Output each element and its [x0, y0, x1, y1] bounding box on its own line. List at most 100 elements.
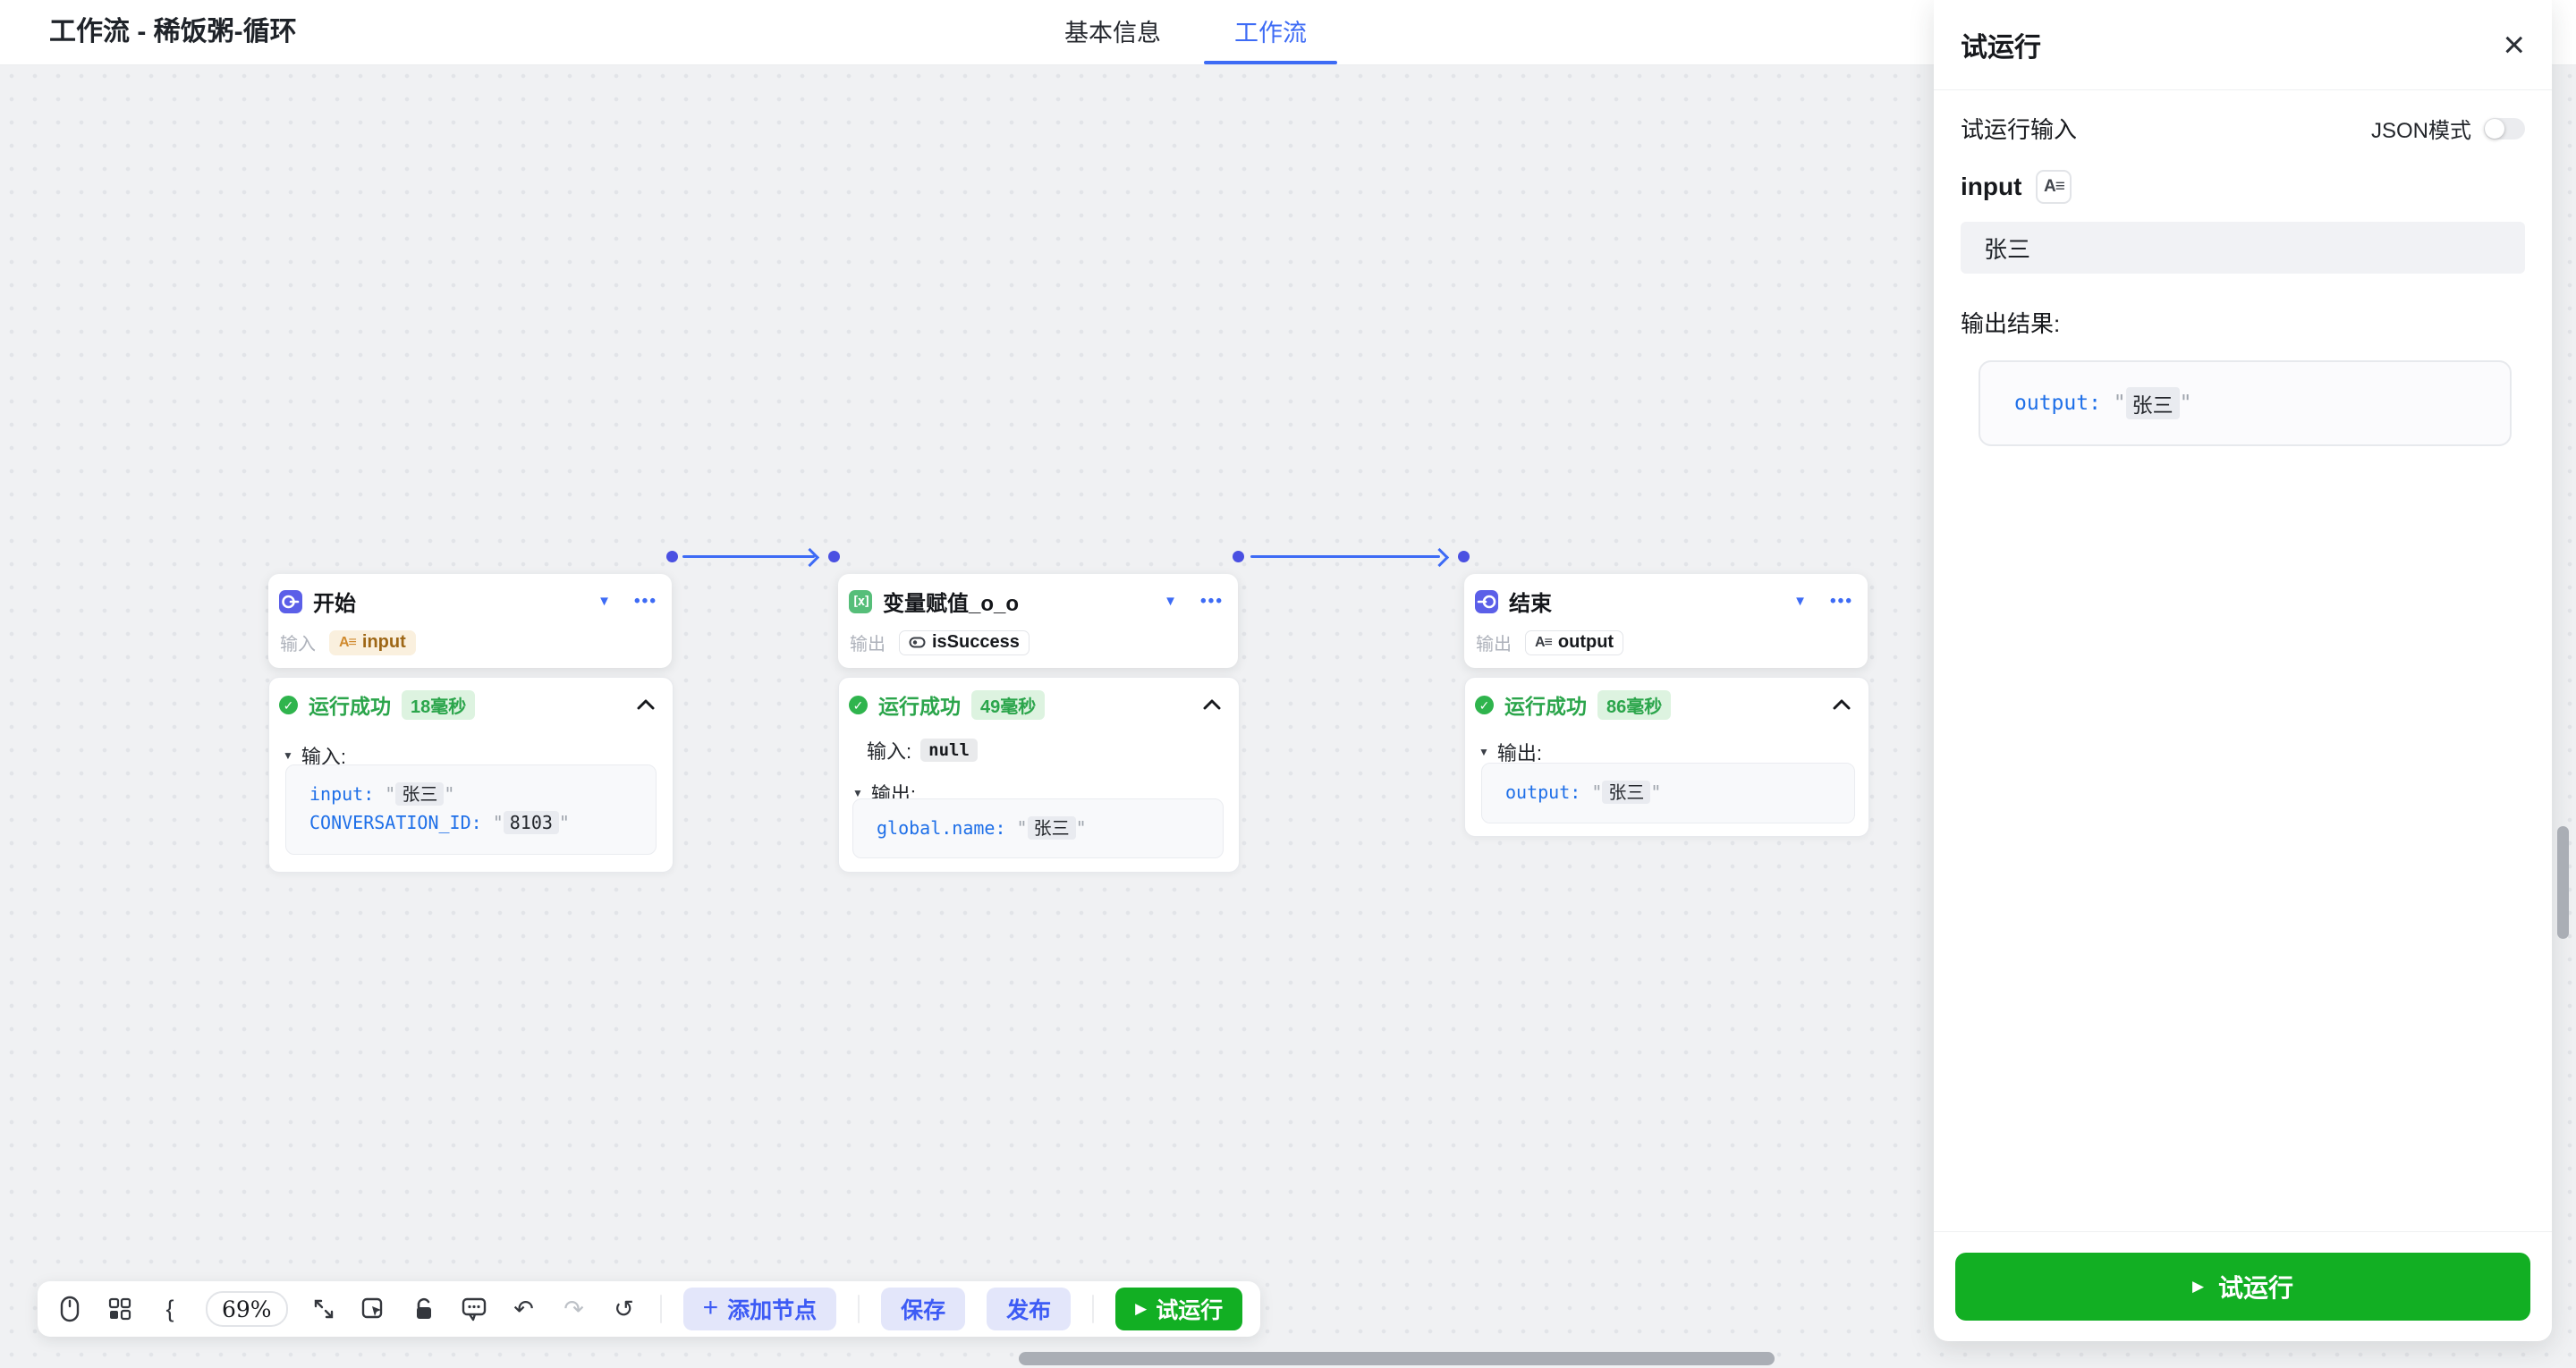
zoom-level[interactable]: 69%	[206, 1291, 288, 1327]
run-duration-badge: 86毫秒	[1597, 689, 1672, 720]
json-mode-toggle[interactable]	[2484, 117, 2525, 139]
collapse-chevron-icon[interactable]	[1203, 699, 1221, 710]
code-value: 张三	[1027, 816, 1076, 840]
node-title: 开始	[313, 592, 356, 616]
node-end-header: 结束 ▼ •••	[1464, 574, 1868, 617]
section-expand-icon[interactable]: ▼	[283, 749, 293, 762]
comment-icon[interactable]	[460, 1295, 488, 1323]
code-key: global.name:	[877, 817, 1006, 839]
node-collapse-caret-icon[interactable]: ▼	[597, 594, 611, 609]
node-start[interactable]: 开始 ▼ ••• 输入 A≡ input	[268, 574, 672, 668]
section-expand-icon[interactable]: ▼	[852, 787, 863, 799]
port-start-out[interactable]	[666, 551, 678, 562]
node-more-icon[interactable]: •••	[634, 592, 657, 612]
page-title: 工作流 - 稀饭粥-循环	[49, 17, 297, 46]
node-title: 变量赋值_o_o	[883, 592, 1020, 616]
output-result-label: 输出结果:	[1961, 310, 2061, 337]
code-key: output:	[1505, 781, 1581, 803]
field-name: input	[1961, 173, 2022, 200]
fit-view-icon[interactable]	[309, 1295, 338, 1323]
add-node-button[interactable]: + 添加节点	[682, 1288, 837, 1330]
vertical-scrollbar[interactable]	[2557, 826, 2569, 939]
edge-variable-to-end[interactable]	[1250, 555, 1440, 558]
param-badge-issuccess: isSuccess	[899, 629, 1030, 655]
success-check-icon: ✓	[279, 695, 298, 714]
unlock-icon[interactable]	[410, 1295, 438, 1323]
node-collapse-caret-icon[interactable]: ▼	[1793, 594, 1807, 609]
node-more-icon[interactable]: •••	[1830, 592, 1853, 612]
history-icon[interactable]: ↺	[610, 1295, 639, 1323]
param-badge-output: A≡ output	[1525, 629, 1624, 655]
play-icon: ▶	[2191, 1278, 2205, 1295]
publish-button[interactable]: 发布	[987, 1288, 1072, 1330]
undo-icon[interactable]: ↶	[510, 1295, 538, 1323]
interaction-mode-icon[interactable]	[360, 1295, 388, 1323]
mouse-mode-icon[interactable]	[55, 1295, 84, 1323]
run-status-row: ✓ 运行成功 86毫秒	[1465, 678, 1868, 720]
close-icon[interactable]: ×	[2503, 26, 2525, 63]
success-check-icon: ✓	[849, 695, 868, 714]
port-variable-out[interactable]	[1233, 551, 1244, 562]
variable-node-icon: [x]	[849, 589, 872, 613]
toolbar-divider	[858, 1295, 860, 1323]
node-end-run-result: ✓ 运行成功 86毫秒 ▼ 输出: output: " 张三 "	[1464, 677, 1869, 837]
panel-title: 试运行	[1961, 33, 2041, 63]
toolbar-divider	[1092, 1295, 1095, 1323]
panel-test-run-button[interactable]: ▶ 试运行	[1955, 1253, 2530, 1321]
run-status-text: 运行成功	[1504, 695, 1587, 718]
tab-basic-info[interactable]: 基本信息	[1064, 0, 1161, 64]
node-io-row: 输出 isSuccess	[838, 617, 1238, 655]
node-variable-header: [x] 变量赋值_o_o ▼ •••	[838, 574, 1238, 617]
node-variable-run-result: ✓ 运行成功 49毫秒 输入: null ▼ 输出: global.name: …	[838, 677, 1240, 873]
run-status-row: ✓ 运行成功 49毫秒	[839, 678, 1239, 720]
test-run-panel: 试运行 × 试运行输入 JSON模式 input A≡ 输出结果: output…	[1934, 0, 2552, 1341]
test-input-label: 试运行输入	[1961, 116, 2078, 143]
redo-icon[interactable]: ↷	[560, 1295, 589, 1323]
start-node-icon	[279, 589, 302, 613]
code-value: 张三	[395, 782, 445, 806]
auto-layout-icon[interactable]: {	[156, 1295, 184, 1323]
tab-workflow[interactable]: 工作流	[1204, 0, 1337, 64]
code-key: input:	[309, 783, 375, 805]
param-badge-input: A≡ input	[329, 629, 416, 655]
edge-arrow-icon	[1429, 547, 1450, 568]
node-more-icon[interactable]: •••	[1200, 592, 1224, 612]
node-io-row: 输入 A≡ input	[268, 617, 672, 655]
code-value: 张三	[2125, 387, 2180, 419]
test-run-button[interactable]: ▶ 试运行	[1115, 1288, 1243, 1330]
run-output-code-box: global.name: " 张三 "	[852, 798, 1224, 858]
tab-bar: 基本信息 工作流	[1064, 0, 1337, 64]
string-type-icon: A≡	[1535, 634, 1553, 650]
io-label: 输出	[1476, 635, 1512, 654]
edge-arrow-icon	[800, 547, 820, 568]
edge-start-to-variable[interactable]	[682, 555, 815, 558]
collapse-chevron-icon[interactable]	[637, 699, 655, 710]
port-variable-in[interactable]	[828, 551, 840, 562]
layout-grid-icon[interactable]	[106, 1295, 134, 1323]
run-status-text: 运行成功	[878, 695, 961, 718]
run-output-code-box: output: " 张三 "	[1481, 763, 1855, 823]
io-label: 输入	[280, 635, 316, 654]
input-value-field[interactable]	[1961, 222, 2525, 274]
section-expand-icon[interactable]: ▼	[1479, 746, 1489, 758]
boolean-type-icon	[909, 637, 926, 648]
node-variable-assign[interactable]: [x] 变量赋值_o_o ▼ ••• 输出 isSuccess	[838, 574, 1238, 668]
string-type-icon: A≡	[2036, 170, 2072, 204]
plus-icon: +	[702, 1292, 719, 1322]
node-end[interactable]: 结束 ▼ ••• 输出 A≡ output	[1464, 574, 1868, 668]
string-type-icon: A≡	[339, 634, 357, 650]
canvas-toolbar: { 69% ↶ ↷ ↺ + 添加节点 保存 发布 ▶ 试运行	[38, 1281, 1261, 1337]
node-start-header: 开始 ▼ •••	[268, 574, 672, 617]
port-end-in[interactable]	[1458, 551, 1470, 562]
node-collapse-caret-icon[interactable]: ▼	[1164, 594, 1177, 609]
collapse-chevron-icon[interactable]	[1833, 699, 1851, 710]
output-result-box: output: " 张三 "	[1979, 360, 2512, 446]
node-io-row: 输出 A≡ output	[1464, 617, 1868, 655]
toolbar-divider	[659, 1295, 662, 1323]
code-key: CONVERSATION_ID:	[309, 812, 482, 833]
save-button[interactable]: 保存	[881, 1288, 966, 1330]
run-duration-badge: 49毫秒	[971, 689, 1046, 720]
horizontal-scrollbar[interactable]	[1019, 1352, 1775, 1365]
run-input-code-box: input: " 张三 " CONVERSATION_ID: " 8103 "	[285, 764, 657, 855]
null-value-chip: null	[920, 739, 978, 762]
